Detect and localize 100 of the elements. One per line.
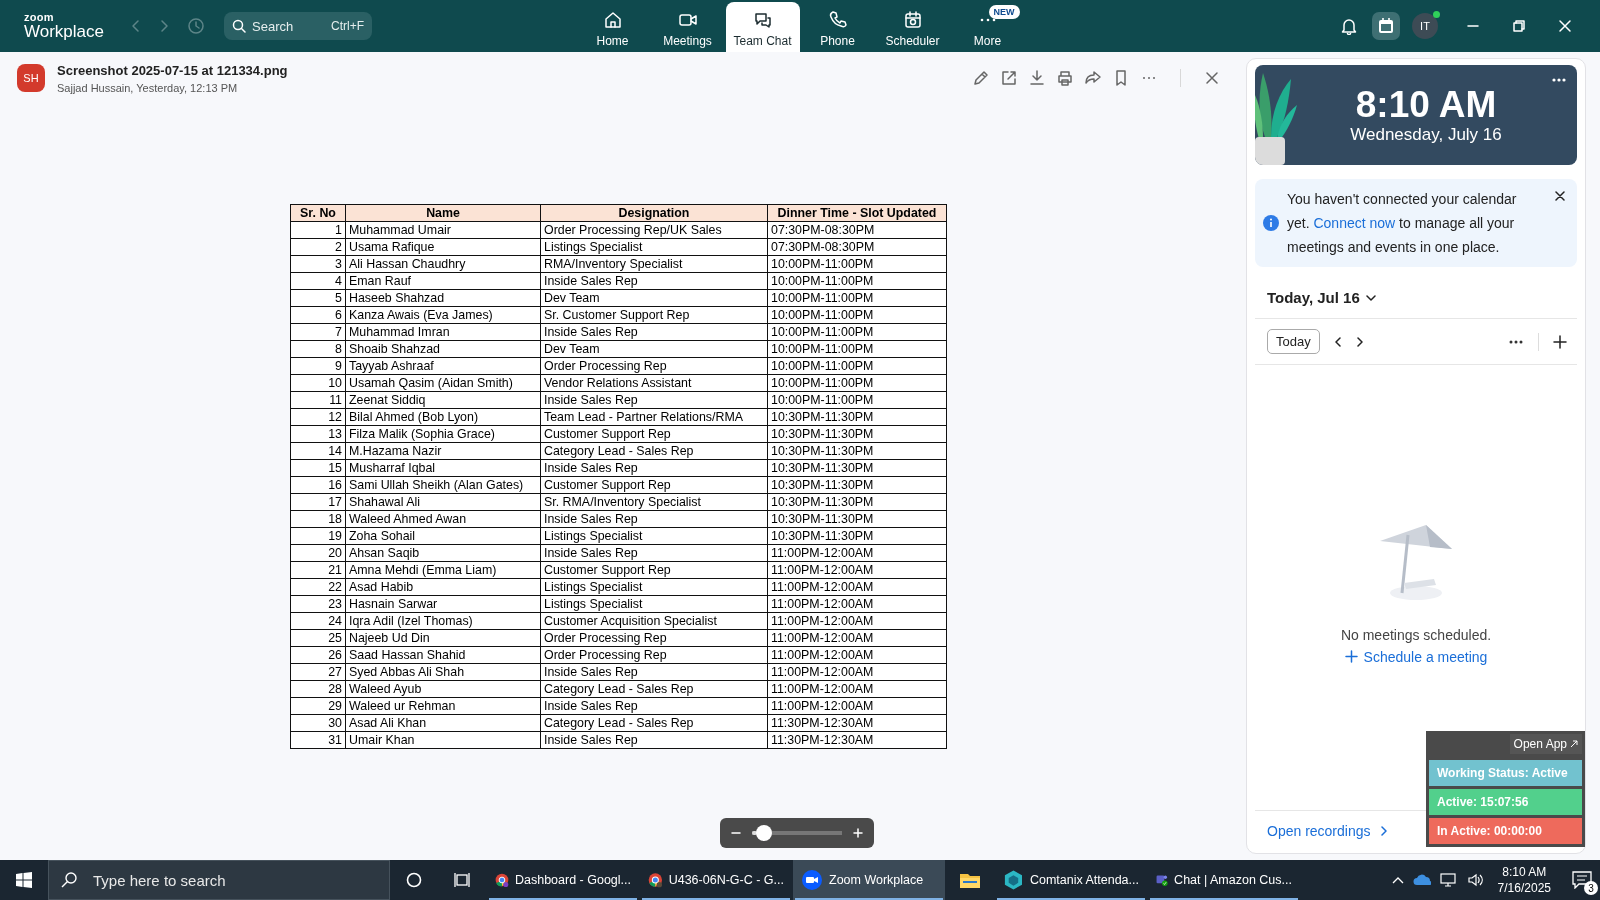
nav-tab[interactable]: Phone [800, 2, 875, 52]
table-cell: 10:00PM-11:00PM [767, 340, 947, 358]
share-icon[interactable] [1084, 69, 1102, 87]
notice-text: You haven't connected your calendar yet. Connect now to manage all your meetings and events in one place. [1287, 190, 1518, 257]
task-view-icon[interactable] [454, 872, 470, 888]
taskbar-search-field[interactable]: Type here to search [48, 860, 390, 900]
printer-icon[interactable] [1056, 69, 1074, 87]
logo-wordmark: zoom [24, 12, 55, 23]
slider-thumb[interactable] [755, 825, 772, 841]
next-icon[interactable] [1355, 336, 1364, 347]
more-icon[interactable] [1551, 77, 1567, 83]
table-cell: Eman Rauf [345, 272, 541, 290]
more-icon[interactable] [1508, 338, 1524, 345]
table-cell: 9 [290, 357, 346, 375]
date-heading[interactable]: Today, Jul 16 [1267, 289, 1360, 306]
table-cell: Category Lead - Sales Rep [540, 442, 768, 460]
table-cell: Shahawal Ali [345, 493, 541, 511]
table-cell: Waleed ur Rehman [345, 697, 541, 715]
table-cell: 28 [290, 680, 346, 698]
table-cell: 18 [290, 510, 346, 528]
table-cell: 07:30PM-08:30PM [767, 238, 947, 256]
taskbar-app[interactable]: Chat | Amazon Cus... [1148, 860, 1300, 900]
nav-tab[interactable]: Scheduler [875, 2, 950, 52]
table-cell: Tayyab Ashraaf [345, 357, 541, 375]
cloud-icon[interactable] [1412, 874, 1431, 886]
column-header: Sr. No [290, 204, 346, 222]
search-input[interactable]: Search [252, 18, 314, 34]
table-cell: 14 [290, 442, 346, 460]
table-cell: 24 [290, 612, 346, 630]
taskbar-app[interactable]: Dashboard - Googl... [487, 860, 639, 900]
table-cell: 10:00PM-11:00PM [767, 255, 947, 273]
taskbar-app[interactable]: U436-06N-G-C - G... [640, 860, 792, 900]
pencil-icon[interactable] [972, 69, 990, 87]
volume-icon[interactable] [1466, 872, 1485, 888]
table-cell: Amna Mehdi (Emma Liam) [345, 561, 541, 579]
table-cell: Filza Malik (Sophia Grace) [345, 425, 541, 443]
cortana-icon[interactable] [406, 872, 422, 888]
table-cell: Haseeb Shahzad [345, 289, 541, 307]
history-icon[interactable] [187, 17, 205, 35]
table-cell: 5 [290, 289, 346, 307]
add-icon[interactable] [1553, 334, 1567, 349]
table-cell: Kanza Awais (Eva James) [345, 306, 541, 324]
open-external-icon[interactable] [1000, 69, 1018, 87]
taskbar-clock[interactable]: 8:10 AM 7/16/2025 [1497, 864, 1551, 896]
table-cell: 10:30PM-11:30PM [767, 442, 947, 460]
schedule-meeting-link[interactable]: Schedule a meeting [1344, 648, 1488, 665]
empty-state-text: No meetings scheduled. [1340, 626, 1492, 643]
phone-icon [827, 10, 848, 30]
column-header: Designation [540, 204, 768, 222]
today-button[interactable]: Today [1267, 329, 1320, 354]
taskbar-app[interactable]: Comtanix Attenda... [995, 860, 1147, 900]
nav-tab[interactable]: NEW More [950, 2, 1025, 52]
table-cell: 11:00PM-12:00AM [767, 578, 947, 596]
table-cell: Team Lead - Partner Relations/RMA [540, 408, 768, 426]
table-cell: Inside Sales Rep [540, 459, 768, 477]
restore-icon[interactable] [1512, 19, 1526, 33]
calendar-button[interactable] [1372, 12, 1400, 40]
windows-start-icon[interactable] [16, 872, 32, 888]
bell-icon[interactable] [1340, 17, 1358, 35]
table-cell: 16 [290, 476, 346, 494]
table-cell: 23 [290, 595, 346, 613]
table-cell: Zoha Sohail [345, 527, 541, 545]
connect-link[interactable]: Connect now [1313, 215, 1396, 231]
nav-tab[interactable]: Team Chat [725, 2, 800, 52]
taskbar-app[interactable]: Zoom Workplace [793, 860, 945, 900]
network-icon[interactable] [1439, 872, 1458, 888]
chevron-up-icon[interactable] [1391, 876, 1404, 884]
column-header: Name [345, 204, 541, 222]
previous-icon[interactable] [1333, 336, 1342, 347]
table-cell: Asad Habib [345, 578, 541, 596]
user-avatar[interactable]: IT [1412, 13, 1438, 39]
close-icon[interactable] [1555, 191, 1565, 201]
table-cell: Sr. Customer Support Rep [540, 306, 768, 324]
search-field[interactable]: Search Ctrl+F [224, 12, 372, 40]
table-cell: 21 [290, 561, 346, 579]
table-cell: 10:30PM-11:30PM [767, 493, 947, 511]
download-icon[interactable] [1028, 69, 1046, 87]
video-camera-icon [801, 869, 823, 891]
table-cell: Syed Abbas Ali Shah [345, 663, 541, 681]
table-cell: 19 [290, 527, 346, 545]
table-cell: M.Hazama Nazir [345, 442, 541, 460]
table-cell: 10 [290, 374, 346, 392]
table-cell: RMA/Inventory Specialist [540, 255, 768, 273]
table-cell: Waleed Ahmed Awan [345, 510, 541, 528]
search-input[interactable]: Type here to search [91, 870, 375, 890]
table-cell: 11:00PM-12:00AM [767, 680, 947, 698]
nav-tab[interactable]: Meetings [650, 2, 725, 52]
chevron-down-icon[interactable] [1365, 293, 1376, 302]
zoom-in-icon[interactable] [852, 827, 864, 839]
nav-tab[interactable]: Home [575, 2, 650, 52]
table-cell: Sr. RMA/Inventory Specialist [540, 493, 768, 511]
table-cell: Inside Sales Rep [540, 544, 768, 562]
open-recordings-link[interactable]: Open recordings [1267, 823, 1387, 839]
table-cell: 10:30PM-11:30PM [767, 510, 947, 528]
table-cell: 6 [290, 306, 346, 324]
hexagon-icon [1003, 869, 1024, 891]
table-cell: Listings Specialist [540, 578, 768, 596]
calendar-icon [1377, 17, 1395, 35]
open-app-button[interactable]: Open App [1509, 734, 1582, 754]
notification-count: 3 [1584, 881, 1598, 895]
